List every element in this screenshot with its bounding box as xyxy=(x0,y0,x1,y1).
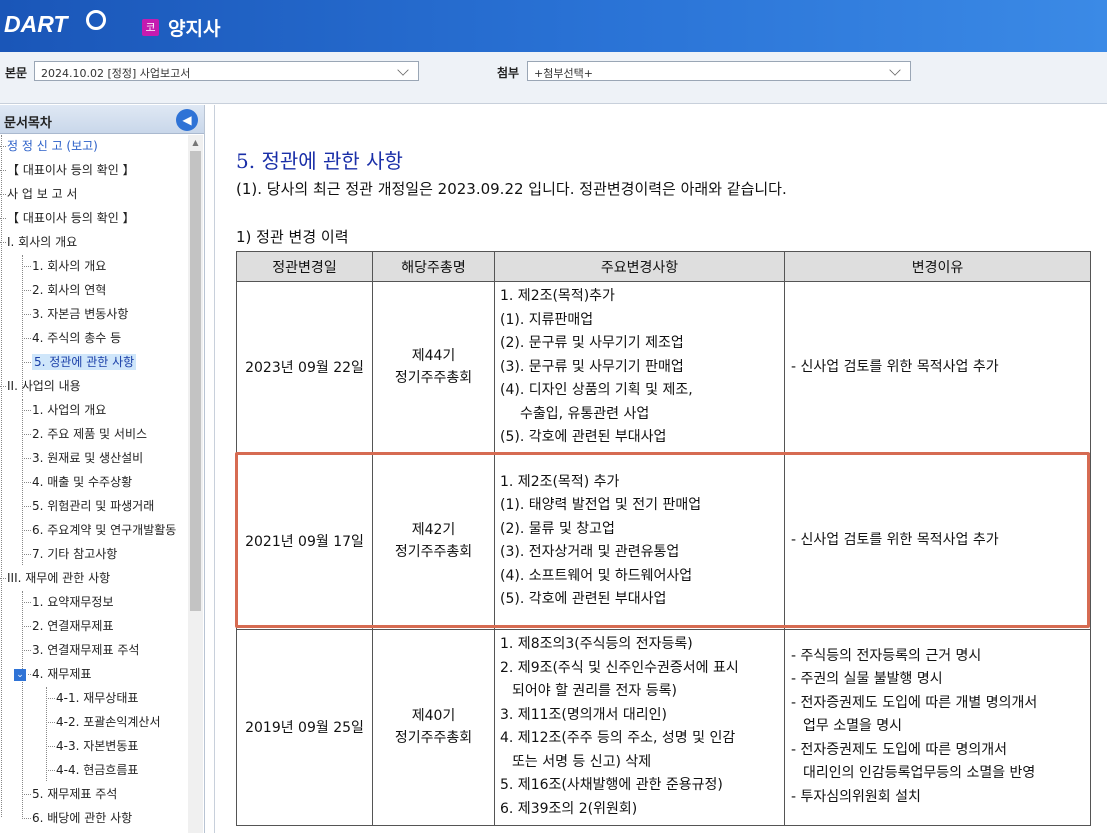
chevron-down-icon xyxy=(397,64,409,76)
document-toolbar: 본문 2024.10.02 [정정] 사업보고서 첨부 +첨부선택+ xyxy=(0,52,1107,104)
corp-type-badge: 코 xyxy=(142,19,159,36)
toc-item[interactable]: 1. 요약재무정보 xyxy=(22,591,114,613)
toc-item[interactable]: 1. 회사의 개요 xyxy=(22,255,106,277)
toc-item[interactable]: 4-2. 포괄손익계산서 xyxy=(46,711,161,733)
section-title: 5. 정관에 관한 사항 xyxy=(236,149,403,173)
table-header-row: 정관변경일 해당주총명 주요변경사항 변경이유 xyxy=(236,251,1091,282)
toc-item[interactable]: 2. 회사의 연혁 xyxy=(22,279,106,301)
change-reason: - 신사업 검토를 위한 목적사업 추가 xyxy=(784,452,1091,630)
amendment-date: 2023년 09월 22일 xyxy=(236,281,373,454)
body-label: 본문 xyxy=(5,66,28,80)
table-row: 2021년 09월 17일 제42기 정기주주총회 1. 제2조(목적) 추가 … xyxy=(236,452,1091,630)
toc-item[interactable]: 2. 주요 제품 및 서비스 xyxy=(22,423,147,445)
toc-item[interactable]: 6. 주요계약 및 연구개발활동 xyxy=(22,519,176,541)
toc-item[interactable]: 2. 연결재무제표 xyxy=(22,615,114,637)
body-document-select[interactable]: 2024.10.02 [정정] 사업보고서 xyxy=(34,61,419,81)
dart-logo[interactable]: DART xyxy=(4,11,67,38)
scroll-thumb[interactable] xyxy=(190,151,201,611)
attach-label: 첨부 xyxy=(497,66,520,80)
toc-sidebar: 문서목차 ◀ 정 정 신 고 (보고) 【 대표이사 등의 확인 】 사 업 보… xyxy=(0,105,205,833)
column-header: 주요변경사항 xyxy=(494,251,785,282)
toc-item[interactable]: III. 재무에 관한 사항 xyxy=(0,567,110,589)
collapse-sidebar-icon[interactable]: ◀ xyxy=(176,109,198,131)
toc-item[interactable]: 사 업 보 고 서 xyxy=(0,183,77,205)
section-paragraph: (1). 당사의 최근 정관 개정일은 2023.09.22 입니다. 정관변경… xyxy=(236,180,787,198)
toc-header: 문서목차 ◀ xyxy=(0,105,204,134)
column-header: 해당주총명 xyxy=(372,251,495,282)
articles-history-table: 정관변경일 해당주총명 주요변경사항 변경이유 2023년 09월 22일 제4… xyxy=(236,251,1091,826)
toc-title: 문서목차 xyxy=(4,116,52,131)
scroll-up-icon[interactable]: ▲ xyxy=(188,135,203,150)
toc-item[interactable]: 3. 자본금 변동사항 xyxy=(22,303,128,325)
top-header: DART 코 양지사 xyxy=(0,0,1107,52)
toc-item[interactable]: 【 대표이사 등의 확인 】 xyxy=(0,159,135,181)
amendment-date: 2019년 09월 25일 xyxy=(236,628,373,826)
collapse-icon[interactable]: ⌄ xyxy=(14,668,26,681)
table-row: 2023년 09월 22일 제44기 정기주주총회 1. 제2조(목적)추가 (… xyxy=(236,281,1091,454)
main-changes: 1. 제8조의3(주식등의 전자등록) 2. 제9조(주식 및 신주인수권증서에… xyxy=(494,628,785,826)
body-document-select-value: 2024.10.02 [정정] 사업보고서 xyxy=(41,67,191,80)
toc-item[interactable]: 5. 재무제표 주석 xyxy=(22,783,117,805)
document-viewer: 5. 정관에 관한 사항 (1). 당사의 최근 정관 개정일은 2023.09… xyxy=(214,105,1107,833)
toc-item[interactable]: I. 회사의 개요 xyxy=(0,231,77,253)
toc-item[interactable]: 1. 사업의 개요 xyxy=(22,399,106,421)
toc-item[interactable]: 4-1. 재무상태표 xyxy=(46,687,138,709)
toc-item[interactable]: 정 정 신 고 (보고) xyxy=(0,135,98,157)
main-changes: 1. 제2조(목적)추가 (1). 지류판매업 (2). 문구류 및 사무기기 … xyxy=(494,281,785,454)
toc-item[interactable]: 5. 위험관리 및 파생거래 xyxy=(22,495,154,517)
toc-item-expandable[interactable]: ⌄ 4. 재무제표 xyxy=(14,663,91,685)
column-header: 변경이유 xyxy=(784,251,1091,282)
toc-item-active[interactable]: 5. 정관에 관한 사항 xyxy=(22,351,137,373)
toc-item[interactable]: 3. 연결재무제표 주석 xyxy=(22,639,139,661)
meeting-name: 제40기 정기주주총회 xyxy=(372,628,495,826)
main-changes: 1. 제2조(목적) 추가 (1). 태양력 발전업 및 전기 판매업 (2).… xyxy=(494,452,785,630)
chevron-down-icon xyxy=(889,64,901,76)
toc-item[interactable]: 7. 기타 참고사항 xyxy=(22,543,117,565)
attachment-select-value: +첨부선택+ xyxy=(534,67,593,80)
toc-item[interactable]: 6. 배당에 관한 사항 xyxy=(22,807,132,829)
toc-scrollbar[interactable]: ▲ xyxy=(188,135,203,833)
toc-item[interactable]: 4. 주식의 총수 등 xyxy=(22,327,121,349)
column-header: 정관변경일 xyxy=(236,251,373,282)
meeting-name: 제44기 정기주주총회 xyxy=(372,281,495,454)
meeting-name: 제42기 정기주주총회 xyxy=(372,452,495,630)
toc-item[interactable]: 4. 매출 및 수주상황 xyxy=(22,471,132,493)
dart-logo-mark xyxy=(86,10,106,30)
table-row: 2019년 09월 25일 제40기 정기주주총회 1. 제8조의3(주식등의 … xyxy=(236,628,1091,826)
toc-item[interactable]: 【 대표이사 등의 확인 】 xyxy=(0,207,135,229)
change-reason: - 주식등의 전자등록의 근거 명시 - 주권의 실물 불발행 명시 - 전자증… xyxy=(784,628,1091,826)
toc-item[interactable]: 4-3. 자본변동표 xyxy=(46,735,138,757)
attachment-select[interactable]: +첨부선택+ xyxy=(527,61,911,81)
toc-item[interactable]: II. 사업의 내용 xyxy=(0,375,81,397)
table-subheading: 1) 정관 변경 이력 xyxy=(236,228,349,246)
company-name: 양지사 xyxy=(168,18,221,40)
toc-tree: 정 정 신 고 (보고) 【 대표이사 등의 확인 】 사 업 보 고 서 【 … xyxy=(0,135,188,833)
toc-item[interactable]: 3. 원재료 및 생산설비 xyxy=(22,447,143,469)
change-reason: - 신사업 검토를 위한 목적사업 추가 xyxy=(784,281,1091,454)
toc-item[interactable]: 4-4. 현금흐름표 xyxy=(46,759,138,781)
amendment-date: 2021년 09월 17일 xyxy=(236,452,373,630)
